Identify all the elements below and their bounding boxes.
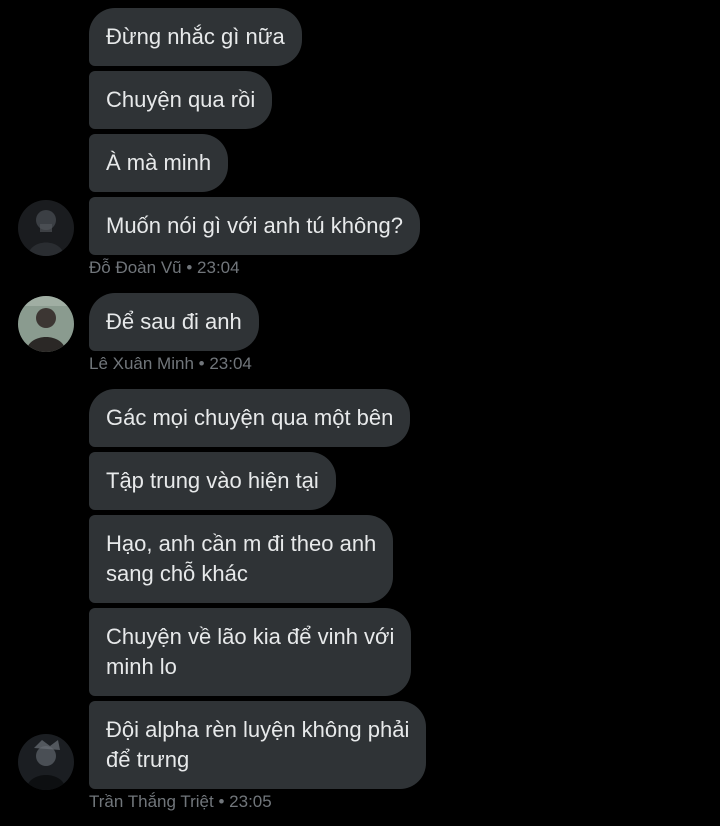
message-bubble[interactable]: Muốn nói gì với anh tú không?: [89, 197, 420, 255]
meta-separator: •: [186, 258, 193, 277]
message-meta: Đỗ Đoàn Vũ • 23:04: [89, 258, 240, 278]
message-bubble[interactable]: Tập trung vào hiện tại: [89, 452, 336, 510]
avatar-do-doan-vu[interactable]: [18, 200, 74, 256]
conversation-thread: Đừng nhắc gì nữa Chuyện qua rồi À mà min…: [0, 0, 720, 826]
message-bubble[interactable]: Gác mọi chuyện qua một bên: [89, 389, 411, 447]
message-bubble[interactable]: À mà minh: [89, 134, 229, 192]
meta-separator: •: [198, 354, 205, 373]
message-meta: Trần Thắng Triệt • 23:05: [89, 792, 272, 812]
timestamp: 23:04: [197, 258, 240, 277]
sender-name[interactable]: Trần Thắng Triệt: [89, 792, 214, 811]
sender-name[interactable]: Lê Xuân Minh: [89, 354, 194, 373]
message-meta: Lê Xuân Minh • 23:04: [89, 354, 252, 374]
avatar-tran-thang-triet[interactable]: [18, 734, 74, 790]
message-bubble[interactable]: Chuyện qua rồi: [89, 71, 273, 129]
sender-name[interactable]: Đỗ Đoàn Vũ: [89, 258, 182, 277]
message-bubble[interactable]: Đội alpha rèn luyện không phải để trưng: [89, 701, 427, 789]
message-bubble[interactable]: Chuyện về lão kia để vinh với minh lo: [89, 608, 412, 696]
message-bubble[interactable]: Đừng nhắc gì nữa: [89, 8, 302, 66]
timestamp: 23:05: [229, 792, 272, 811]
message-bubble[interactable]: Để sau đi anh: [89, 293, 259, 351]
avatar-le-xuan-minh[interactable]: [18, 296, 74, 352]
timestamp: 23:04: [209, 354, 252, 373]
message-bubble[interactable]: Hạo, anh cần m đi theo anh sang chỗ khác: [89, 515, 394, 603]
meta-separator: •: [218, 792, 225, 811]
